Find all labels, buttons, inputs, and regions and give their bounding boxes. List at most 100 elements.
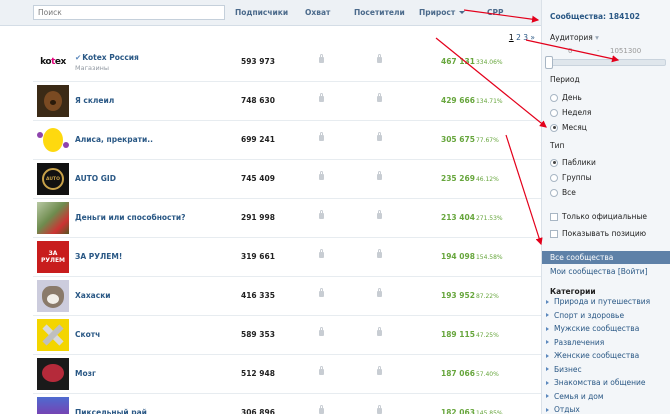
community-avatar[interactable] bbox=[37, 85, 69, 117]
community-name[interactable]: Я склеил bbox=[75, 96, 114, 105]
community-name[interactable]: Скотч bbox=[75, 330, 100, 339]
community-avatar[interactable] bbox=[37, 280, 69, 312]
community-name-text: Алиса, прекрати.. bbox=[75, 135, 153, 144]
lock-icon bbox=[319, 405, 324, 414]
growth-percent: 134.71% bbox=[475, 98, 503, 105]
page-current[interactable]: 1 bbox=[509, 33, 514, 42]
community-avatar[interactable] bbox=[37, 202, 69, 234]
type-label: Тип bbox=[550, 141, 565, 150]
option-label: Группы bbox=[562, 173, 592, 182]
table-row[interactable]: ЗА РУЛЕМ ЗА РУЛЕМ! 319 661 194 098154.58% bbox=[33, 238, 541, 277]
chevron-down-icon[interactable]: ▾ bbox=[595, 33, 599, 42]
table-row[interactable]: Хахаски 416 335 193 95287.22% bbox=[33, 277, 541, 316]
category-item[interactable]: Отдых bbox=[546, 405, 580, 414]
category-item[interactable]: Спорт и здоровье bbox=[546, 311, 624, 320]
community-avatar[interactable]: AUTO bbox=[37, 163, 69, 195]
option-label: Паблики bbox=[562, 158, 596, 167]
community-name[interactable]: ЗА РУЛЕМ! bbox=[75, 252, 122, 261]
table-row[interactable]: AUTO AUTO GID 745 409 235 26946.12% bbox=[33, 160, 541, 199]
subscribers-value: 291 998 bbox=[241, 213, 275, 222]
table-row[interactable]: Я склеил 748 630 429 666134.71% bbox=[33, 82, 541, 121]
community-name[interactable]: AUTO GID bbox=[75, 174, 116, 183]
column-cpp[interactable]: CPP bbox=[487, 8, 504, 17]
type-option-publics[interactable]: Паблики bbox=[550, 157, 596, 168]
community-name-text: Хахаски bbox=[75, 291, 111, 300]
column-growth[interactable]: Прирост bbox=[419, 8, 466, 17]
category-item[interactable]: Знакомства и общение bbox=[546, 378, 646, 387]
table-row[interactable]: Скотч 589 353 189 11547.25% bbox=[33, 316, 541, 355]
category-label: Знакомства и общение bbox=[554, 378, 646, 387]
audience-slider[interactable] bbox=[546, 59, 666, 66]
page-next[interactable]: » bbox=[530, 33, 535, 42]
table-row[interactable]: Алиса, прекрати.. 699 241 305 67577.67% bbox=[33, 121, 541, 160]
community-avatar[interactable]: ko t ex bbox=[37, 46, 69, 78]
column-reach[interactable]: Охват bbox=[305, 8, 330, 17]
growth-number: 429 666 bbox=[441, 96, 475, 105]
period-label: Период bbox=[550, 75, 580, 84]
triangle-right-icon bbox=[546, 340, 549, 344]
community-name-text: Я склеил bbox=[75, 96, 115, 105]
lock-icon bbox=[319, 327, 324, 336]
column-subscribers[interactable]: Подписчики bbox=[235, 8, 288, 17]
type-option-groups[interactable]: Группы bbox=[550, 172, 592, 183]
filter-sidebar: Сообщества: 184102 Аудитория ▾ 0 - 10513… bbox=[541, 0, 670, 414]
period-option-month[interactable]: Месяц bbox=[550, 122, 587, 133]
nav-all-communities[interactable]: Все сообщества bbox=[542, 251, 670, 264]
community-avatar[interactable] bbox=[37, 358, 69, 390]
table-row[interactable]: ko t ex ✔Kotex Россия Магазины 593 973 467 131… bbox=[33, 43, 541, 82]
category-item[interactable]: Бизнес bbox=[546, 365, 582, 374]
official-only-checkbox[interactable]: Только официальные bbox=[550, 211, 647, 222]
nav-my-communities[interactable]: Мои сообщества [Войти] bbox=[542, 265, 670, 278]
growth-value: 467 131334.06% bbox=[441, 57, 503, 66]
page-link[interactable]: 2 bbox=[516, 33, 521, 42]
community-name[interactable]: Деньги или способности? bbox=[75, 213, 185, 222]
community-name[interactable]: Пиксельный рай bbox=[75, 408, 147, 414]
table-row[interactable]: Мозг 512 948 187 06657.40% bbox=[33, 355, 541, 394]
page-link[interactable]: 3 bbox=[523, 33, 528, 42]
lock-icon bbox=[377, 249, 382, 258]
radio-icon bbox=[550, 173, 558, 182]
option-label: Показывать позицию bbox=[562, 229, 647, 238]
growth-value: 193 95287.22% bbox=[441, 291, 499, 300]
community-name-text: Деньги или способности? bbox=[75, 213, 186, 222]
growth-value: 213 404271.53% bbox=[441, 213, 503, 222]
growth-percent: 57.40% bbox=[475, 371, 499, 378]
community-name[interactable]: Мозг bbox=[75, 369, 96, 378]
community-name[interactable]: Алиса, прекрати.. bbox=[75, 135, 153, 144]
community-name[interactable]: ✔Kotex Россия bbox=[75, 53, 139, 62]
period-option-day[interactable]: День bbox=[550, 92, 582, 103]
lock-icon bbox=[319, 93, 324, 102]
lock-icon bbox=[377, 210, 382, 219]
community-name[interactable]: Хахаски bbox=[75, 291, 111, 300]
category-item[interactable]: Природа и путешествия bbox=[546, 297, 650, 306]
category-item[interactable]: Мужские сообщества bbox=[546, 324, 639, 333]
lock-icon bbox=[319, 171, 324, 180]
show-position-checkbox[interactable]: Показывать позицию bbox=[550, 228, 646, 239]
growth-percent: 154.58% bbox=[475, 254, 503, 261]
category-label: Отдых bbox=[554, 405, 580, 414]
lock-icon bbox=[319, 210, 324, 219]
category-item[interactable]: Развлечения bbox=[546, 338, 604, 347]
sort-caret-icon bbox=[459, 11, 466, 14]
community-avatar[interactable] bbox=[37, 319, 69, 351]
triangle-right-icon bbox=[546, 407, 549, 412]
option-label: Неделя bbox=[562, 108, 592, 117]
categories-label: Категории bbox=[550, 287, 596, 296]
community-avatar[interactable] bbox=[37, 124, 69, 156]
table-row[interactable]: Деньги или способности? 291 998 213 404271… bbox=[33, 199, 541, 238]
slider-handle[interactable] bbox=[545, 56, 553, 69]
community-avatar[interactable] bbox=[37, 397, 69, 414]
growth-value: 194 098154.58% bbox=[441, 252, 503, 261]
search-input[interactable] bbox=[33, 5, 225, 20]
period-option-week[interactable]: Неделя bbox=[550, 107, 591, 118]
category-label: Бизнес bbox=[554, 364, 582, 374]
growth-percent: 47.25% bbox=[475, 332, 499, 339]
community-avatar[interactable]: ЗА РУЛЕМ bbox=[37, 241, 69, 273]
checkbox-icon bbox=[550, 229, 558, 238]
column-visitors[interactable]: Посетители bbox=[354, 8, 405, 17]
type-option-all[interactable]: Все bbox=[550, 187, 576, 198]
table-row[interactable]: Пиксельный рай 306 896 182 063145.85% bbox=[33, 394, 541, 414]
category-item[interactable]: Женские сообщества bbox=[546, 351, 639, 360]
category-item[interactable]: Семья и дом bbox=[546, 392, 604, 401]
lock-icon bbox=[377, 405, 382, 414]
